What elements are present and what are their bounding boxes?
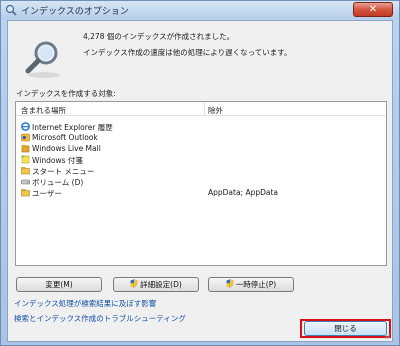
column-header-excluded[interactable]: 除外 <box>208 105 223 116</box>
list-item[interactable]: Windows 付箋 <box>16 154 386 165</box>
indexing-options-window: インデックスのオプション ✕ 4,278 個のインデックスが作成されました。 イ… <box>0 0 400 346</box>
advanced-button-label: 詳細設定(D) <box>140 280 182 289</box>
location-excluded: AppData; AppData <box>208 188 279 197</box>
column-divider[interactable] <box>204 102 205 116</box>
folder-icon <box>21 167 30 175</box>
location-name: ユーザー <box>32 189 62 198</box>
title-bar[interactable]: インデックスのオプション ✕ <box>1 1 399 19</box>
indexing-speed-text: インデックス作成の速度は他の処理により遅くなっています。 <box>83 48 292 57</box>
list-item[interactable]: Internet Explorer 履歴 <box>16 121 386 132</box>
column-header-included[interactable]: 含まれる場所 <box>21 105 66 116</box>
live-mail-icon <box>21 144 30 153</box>
modify-button[interactable]: 変更(M) <box>16 277 102 292</box>
list-item[interactable]: ボリューム (D) <box>16 176 386 187</box>
folder-icon <box>21 189 30 197</box>
pause-button[interactable]: 一時停止(P) <box>208 277 294 292</box>
outlook-icon <box>21 133 30 142</box>
included-locations-list[interactable]: 含まれる場所 除外 Internet Explorer 履歴 Microsoft… <box>15 101 387 266</box>
modify-button-label: 変更(M) <box>45 280 73 289</box>
list-item[interactable]: ユーザー AppData; AppData <box>16 187 386 198</box>
location-name: Microsoft Outlook <box>32 133 98 142</box>
list-header: 含まれる場所 除外 <box>16 102 386 116</box>
internet-explorer-icon <box>21 122 30 131</box>
close-button[interactable]: 閉じる <box>304 321 387 336</box>
advanced-button[interactable]: 詳細設定(D) <box>113 277 199 292</box>
window-title: インデックスのオプション <box>21 7 129 17</box>
indexing-options-icon <box>5 4 17 16</box>
pause-button-label: 一時停止(P) <box>235 280 277 289</box>
location-name: Windows Live Mail <box>32 144 101 153</box>
window-close-button[interactable]: ✕ <box>353 2 393 17</box>
uac-shield-icon <box>226 279 234 288</box>
troubleshoot-link[interactable]: 検索とインデックス作成のトラブルシューティング <box>14 313 186 324</box>
list-item[interactable]: スタート メニュー <box>16 165 386 176</box>
dialog-body: 4,278 個のインデックスが作成されました。 インデックス作成の速度は他の処理… <box>7 20 393 342</box>
indexed-count-text: 4,278 個のインデックスが作成されました。 <box>83 32 235 41</box>
sticky-notes-icon <box>21 155 30 164</box>
list-item[interactable]: Windows Live Mail <box>16 143 386 154</box>
resize-grip-icon[interactable] <box>382 331 390 339</box>
uac-shield-icon <box>130 279 138 288</box>
drive-icon <box>21 179 30 185</box>
location-rows: Internet Explorer 履歴 Microsoft Outlook W… <box>16 121 386 198</box>
locations-heading: インデックスを作成する対象: <box>16 89 116 98</box>
list-item[interactable]: Microsoft Outlook <box>16 132 386 143</box>
search-results-effect-link[interactable]: インデックス処理が検索結果に及ぼす影響 <box>14 298 156 309</box>
magnifier-icon <box>25 41 60 78</box>
